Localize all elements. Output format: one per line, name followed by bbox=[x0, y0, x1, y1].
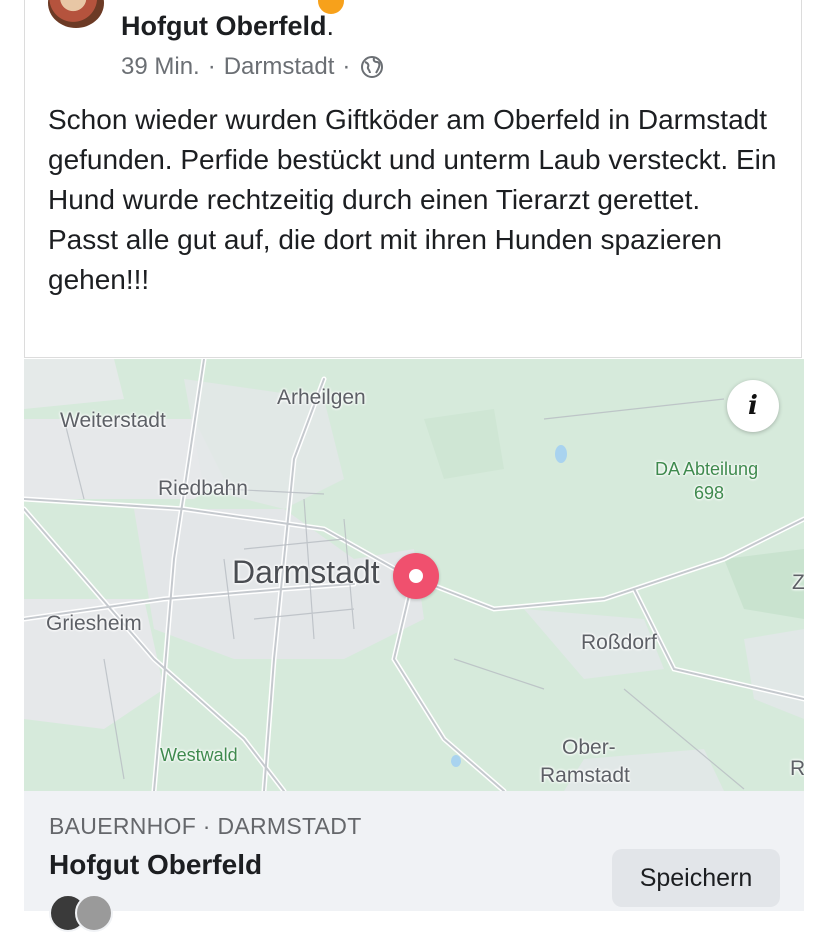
location-map[interactable]: Weiterstadt Arheilgen Riedbahn Darmstadt… bbox=[24, 359, 804, 791]
page-name-text[interactable]: Hofgut Oberfeld bbox=[121, 11, 326, 41]
meta-separator: · bbox=[207, 53, 216, 80]
map-label-da-abteilung-number: 698 bbox=[694, 483, 725, 503]
map-label-griesheim: Griesheim bbox=[46, 612, 142, 635]
post-text: Schon wieder wurden Giftköder am Oberfel… bbox=[48, 100, 788, 300]
map-label-edge-r: R bbox=[790, 757, 804, 780]
map-pin-icon[interactable] bbox=[393, 553, 439, 599]
globe-icon bbox=[361, 56, 384, 78]
map-label-rossdorf: Roßdorf bbox=[581, 631, 657, 654]
friend-avatars bbox=[49, 894, 119, 932]
post-body: Schon wieder wurden Giftköder am Oberfel… bbox=[48, 104, 777, 295]
post-time[interactable]: 39 Min. bbox=[121, 53, 200, 81]
post-meta: 39 Min. · Darmstadt · bbox=[121, 53, 384, 81]
place-category: BAUERNHOF · DARMSTADT bbox=[49, 813, 362, 839]
meta-separator-2: · bbox=[342, 53, 351, 80]
map-label-edge-z: Z bbox=[792, 571, 804, 594]
map-label-westwald: Westwald bbox=[160, 745, 238, 765]
map-label-darmstadt: Darmstadt bbox=[232, 554, 380, 590]
save-button[interactable]: Speichern bbox=[612, 849, 780, 907]
map-label-weiterstadt: Weiterstadt bbox=[60, 409, 166, 432]
place-name[interactable]: Hofgut Oberfeld bbox=[49, 849, 262, 881]
map-label-ober-ramstadt-1: Ober- bbox=[562, 736, 616, 759]
map-label-da-abteilung: DA Abteilung bbox=[655, 459, 759, 479]
page-name-suffix: . bbox=[326, 11, 334, 41]
map-label-riedbahn: Riedbahn bbox=[158, 477, 248, 500]
map-label-ober-ramstadt-2: Ramstadt bbox=[540, 764, 630, 787]
post-location[interactable]: Darmstadt bbox=[224, 53, 335, 81]
page-name[interactable]: Hofgut Oberfeld. bbox=[121, 11, 334, 42]
info-icon[interactable]: i bbox=[727, 380, 779, 432]
place-footer[interactable]: BAUERNHOF · DARMSTADT Hofgut Oberfeld Sp… bbox=[24, 791, 804, 932]
map-label-arheilgen: Arheilgen bbox=[277, 386, 366, 409]
